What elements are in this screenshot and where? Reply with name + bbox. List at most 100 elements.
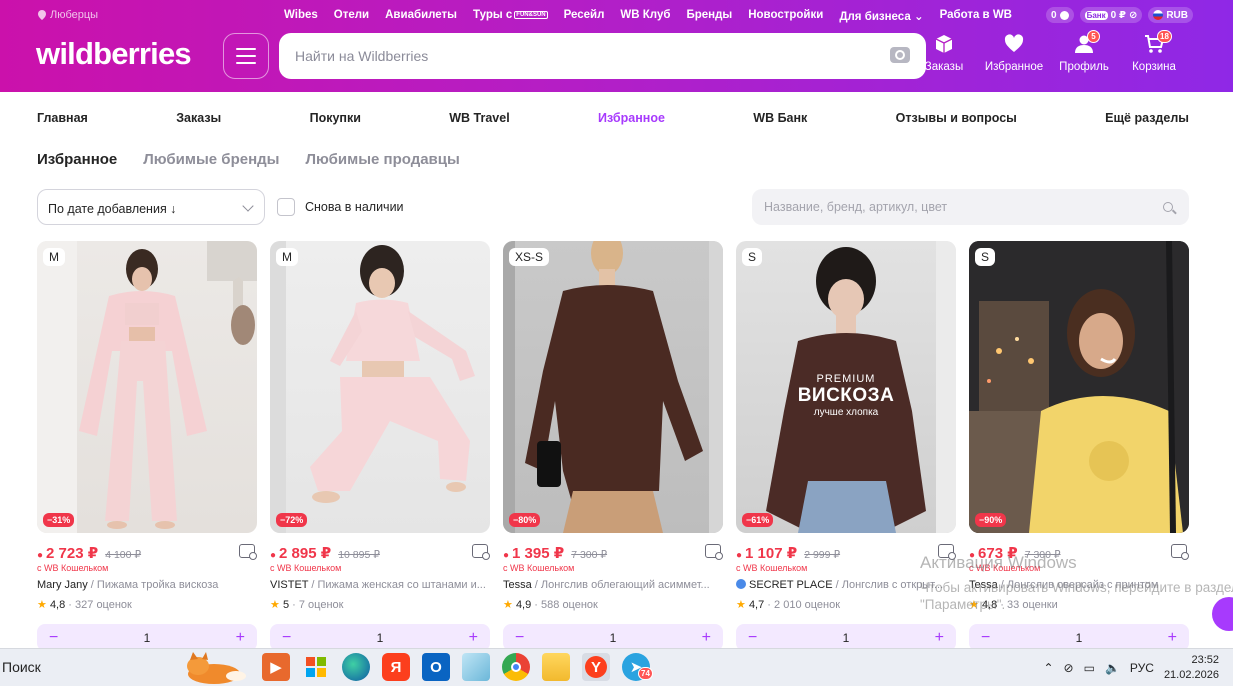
find-similar-icon[interactable] [472,544,490,560]
menu-item-purchases[interactable]: Покупки [310,111,361,125]
increase-button[interactable]: + [935,629,944,647]
rating-value: 4,9 [515,599,532,611]
quantity-value: 1 [609,630,617,645]
catalog-menu-button[interactable] [223,33,269,79]
topnav-flights[interactable]: Авиабилеты [385,9,457,23]
product-title[interactable]: Tessa / Лонгслив облегающий асиммет... [503,579,723,591]
bank-pill[interactable]: Банк 0 ₽ ⊘ [1079,7,1143,23]
decrease-button[interactable]: − [515,629,524,647]
topnav-business[interactable]: Для бизнеса ⌄ [839,9,923,23]
old-price: 4 100 ₽ [105,549,142,561]
orders-button[interactable]: Заказы [909,34,979,73]
menu-item-reviews[interactable]: Отзывы и вопросы [896,111,1017,125]
topnav-wibes[interactable]: Wibes [284,9,318,23]
product-brand: Tessa [503,579,532,591]
decrease-button[interactable]: − [49,629,58,647]
in-stock-checkbox[interactable] [277,198,295,216]
topnav-wb-club[interactable]: WB Клуб [620,9,670,23]
product-photo[interactable]: XS-S −80% [503,241,723,533]
camera-search-icon[interactable] [890,47,910,63]
tab-favorite-brands[interactable]: Любимые бренды [143,151,279,168]
search-icon[interactable] [1163,202,1173,212]
yandex-browser-icon[interactable]: Я [382,653,410,681]
language-indicator[interactable]: РУС [1130,661,1154,675]
chevron-up-icon[interactable]: ⌃ [1043,661,1053,675]
product-card[interactable]: M −72% 2 895 ₽ 10 895 ₽ с WB Кошельком V… [270,241,490,651]
topnav-jobs[interactable]: Работа в WB [940,9,1012,23]
size-badge: XS-S [509,248,550,266]
notes-app-icon[interactable] [462,653,490,681]
menu-item-home[interactable]: Главная [37,111,88,125]
volume-icon[interactable]: 🔈 [1105,661,1120,675]
menu-item-favorites[interactable]: Избранное [598,111,665,125]
menu-item-more[interactable]: Ещё разделы [1105,111,1189,125]
find-similar-icon[interactable] [705,544,723,560]
increase-button[interactable]: + [469,629,478,647]
size-badge: S [742,248,763,266]
product-name: Лонгслив облегающий асиммет... [540,579,710,591]
product-photo[interactable]: M −72% [270,241,490,533]
decrease-button[interactable]: − [748,629,757,647]
photo-pink-pajama-set [37,241,257,533]
yandex-browser-active-icon[interactable]: Y [582,653,610,681]
menu-item-orders[interactable]: Заказы [176,111,221,125]
discount-badge: −80% [509,513,541,527]
cart-button[interactable]: 18 Корзина [1119,30,1189,73]
wallet-note: с WB Кошельком [503,563,575,573]
find-similar-icon[interactable] [239,544,257,560]
edge-browser-icon[interactable] [342,653,370,681]
chrome-icon[interactable] [502,653,530,681]
product-photo[interactable]: PREMIUM ВИСКОЗА лучше хлопка S −61% [736,241,956,533]
in-stock-filter[interactable]: Снова в наличии [277,198,404,216]
location-selector[interactable]: Люберцы [38,9,98,21]
product-card[interactable]: M −31% 2 723 ₽ 4 100 ₽ с WB Кошельком Ma… [37,241,257,651]
tab-favorites[interactable]: Избранное [37,151,117,168]
topnav-new-buildings[interactable]: Новостройки [748,9,823,23]
product-photo[interactable]: S −90% [969,241,1189,533]
favorites-search-input[interactable] [764,189,1154,225]
file-explorer-icon[interactable] [542,653,570,681]
telegram-icon[interactable]: ➤ 74 [622,653,653,681]
telegram-unread-badge: 74 [638,667,653,680]
network-off-icon[interactable]: ⊘ [1064,661,1074,675]
product-title[interactable]: VISTET / Пижама женская со штанами и... [270,579,490,591]
quantity-value: 1 [1075,630,1083,645]
menu-item-wb-travel[interactable]: WB Travel [449,111,509,125]
product-title[interactable]: Mary Jany / Пижама тройка вискоза [37,579,257,591]
increase-button[interactable]: + [1168,629,1177,647]
decrease-button[interactable]: − [981,629,990,647]
sort-dropdown[interactable]: По дате добавления ↓ [37,189,265,225]
menu-item-wb-bank[interactable]: WB Банк [753,111,807,125]
russia-flag-icon [1153,10,1164,20]
decrease-button[interactable]: − [282,629,291,647]
activation-title: Активация Windows [920,553,1077,572]
fox-search-highlight-icon [187,652,246,684]
photo-yellow-sweatshirt [969,241,1189,533]
tab-favorite-sellers[interactable]: Любимые продавцы [305,151,459,168]
outlook-icon[interactable]: O [422,653,450,681]
points-pill[interactable]: 0 [1046,7,1074,23]
clock[interactable]: 23:52 21.02.2026 [1164,653,1219,683]
increase-button[interactable]: + [702,629,711,647]
media-player-icon[interactable]: ▶ [262,653,290,681]
favorites-button[interactable]: Избранное [979,34,1049,73]
currency-pill[interactable]: RUB [1148,7,1193,23]
topnav-brands[interactable]: Бренды [686,9,732,23]
topnav-resale[interactable]: Ресейл [564,9,605,23]
wildberries-logo[interactable]: wildberries [36,36,192,72]
topnav-tours[interactable]: Туры с FUN&SUN [473,9,548,23]
monitor-icon[interactable]: ▭ [1084,661,1095,675]
product-photo[interactable]: M −31% [37,241,257,533]
current-price: 2 723 ₽ [37,544,98,562]
product-card[interactable]: XS-S −80% 1 395 ₽ 7 300 ₽ с WB Кошельком… [503,241,723,651]
chat-bubble-icon[interactable] [1212,597,1233,631]
profile-button[interactable]: 5 Профиль [1049,30,1119,73]
sort-value: По дате добавления ↓ [48,202,177,216]
topnav-hotels[interactable]: Отели [334,9,369,23]
microsoft-store-icon[interactable] [302,653,330,681]
product-name: Пижама женская со штанами и... [317,579,486,591]
increase-button[interactable]: + [236,629,245,647]
photo-caption: PREMIUM ВИСКОЗА лучше хлопка [736,373,956,418]
main-search-input[interactable] [295,33,855,79]
size-badge: S [975,248,996,266]
